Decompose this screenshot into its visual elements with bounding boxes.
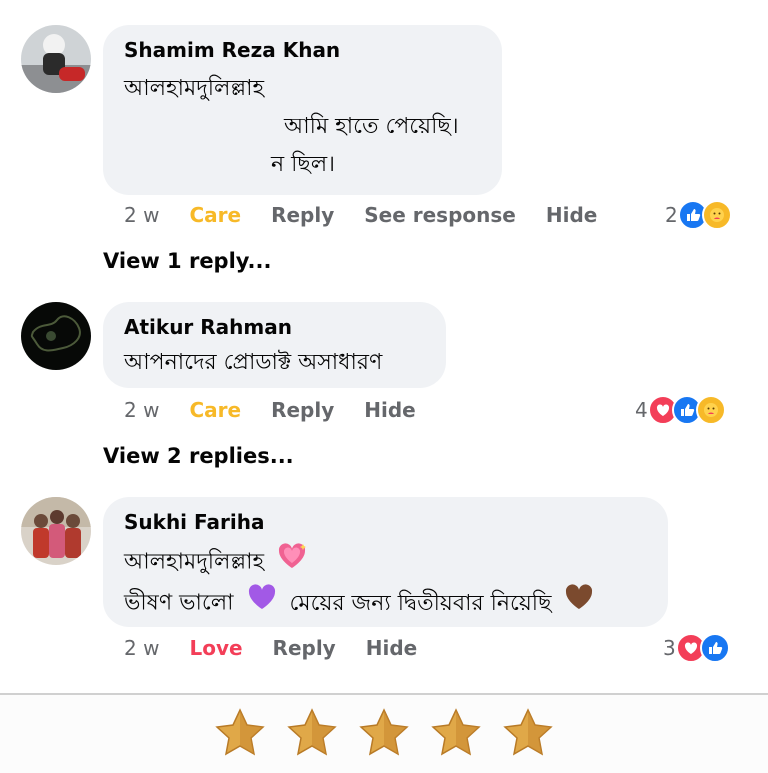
comment-bubble: Shamim Reza Khan আলহামদুলিল্লাহ আমি হাতে… — [103, 25, 502, 195]
comment-time[interactable]: 2 w — [124, 398, 159, 422]
reply-button[interactable]: Reply — [271, 398, 334, 422]
react-button[interactable]: Care — [189, 203, 241, 227]
star-rating — [0, 695, 768, 773]
comment-text-line: আলহামদুলিল্লাহ — [124, 542, 648, 583]
comment-text-line: ভীষণ ভালো মেয়ের জন্য দ্বিতীয়বার নিয়েছ… — [124, 583, 648, 624]
reaction-count: 2 — [665, 203, 678, 227]
star-icon — [431, 708, 481, 756]
reaction-count: 4 — [635, 398, 648, 422]
avatar-photo-icon — [21, 302, 91, 370]
like-icon — [699, 633, 730, 663]
care-icon — [701, 200, 732, 230]
comment-text-line: আপনাদের প্রোডাক্ট অসাধারণ — [124, 350, 383, 375]
comment-bubble: Atikur Rahman আপনাদের প্রোডাক্ট অসাধারণ — [103, 302, 446, 388]
reaction-summary[interactable]: 3 — [663, 633, 730, 663]
purple-heart-emoji-icon — [247, 583, 277, 624]
avatar-photo-icon — [21, 25, 91, 93]
star-icon — [503, 708, 553, 756]
avatar-shamim[interactable] — [21, 25, 91, 93]
star-icon — [215, 708, 265, 756]
hide-button[interactable]: Hide — [366, 636, 417, 660]
comment-bubble: Sukhi Fariha আলহামদুলিল্লাহ ভীষণ ভালো মে… — [103, 497, 668, 627]
react-button[interactable]: Care — [189, 398, 241, 422]
comment-time[interactable]: 2 w — [124, 636, 159, 660]
reaction-summary[interactable]: 2 — [665, 200, 732, 230]
comment-text: মেয়ের জন্য দ্বিতীয়বার নিয়েছি — [289, 590, 552, 616]
view-replies-link[interactable]: View 1 reply... — [103, 249, 271, 273]
comment-text-line: ন ছিল। — [271, 152, 336, 177]
avatar-photo-icon — [21, 497, 91, 565]
comment-author[interactable]: Sukhi Fariha — [124, 510, 648, 534]
comment-text: ভীষণ ভালো — [124, 590, 234, 616]
reaction-summary[interactable]: 4 — [635, 395, 726, 425]
hide-button[interactable]: Hide — [364, 398, 415, 422]
comment-actions: 2 w Love Reply Hide — [124, 633, 447, 663]
reply-button[interactable]: Reply — [273, 636, 336, 660]
brown-heart-emoji-icon — [564, 583, 594, 624]
react-button[interactable]: Love — [189, 636, 242, 660]
comment-text: আলহামদুলিল্লাহ — [124, 549, 265, 575]
comment-actions: 2 w Care Reply Hide — [124, 395, 446, 425]
reply-button[interactable]: Reply — [271, 203, 334, 227]
comment-time[interactable]: 2 w — [124, 203, 159, 227]
comment-text-line: আলহামদুলিল্লাহ — [124, 76, 265, 101]
star-icon — [287, 708, 337, 756]
comment-author[interactable]: Shamim Reza Khan — [124, 38, 482, 62]
reaction-count: 3 — [663, 636, 676, 660]
hide-button[interactable]: Hide — [546, 203, 597, 227]
view-replies-link[interactable]: View 2 replies... — [103, 444, 294, 468]
care-icon — [695, 395, 726, 425]
comment-actions: 2 w Care Reply See response Hide — [124, 200, 627, 230]
see-response-button[interactable]: See response — [364, 203, 516, 227]
avatar-sukhi[interactable] — [21, 497, 91, 565]
avatar-atikur[interactable] — [21, 302, 91, 370]
comment-text-line: আমি হাতে পেয়েছি। — [284, 114, 459, 139]
star-icon — [359, 708, 409, 756]
comment-author[interactable]: Atikur Rahman — [124, 315, 426, 339]
sparkling-heart-emoji-icon — [277, 542, 307, 583]
